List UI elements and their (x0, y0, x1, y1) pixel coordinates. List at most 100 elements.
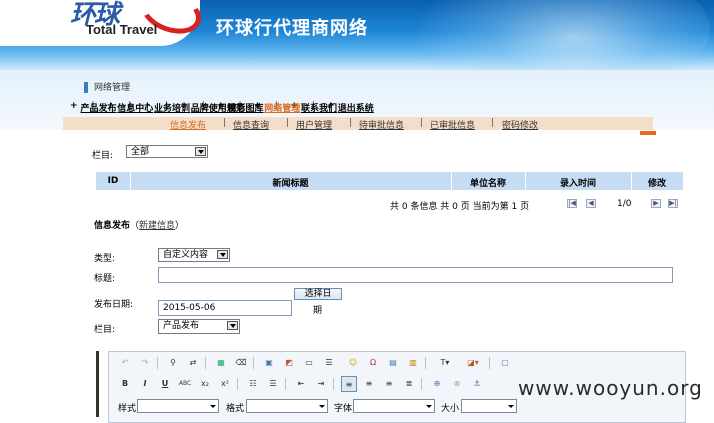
chevron-down-icon[interactable] (317, 401, 326, 411)
filter-label: 栏目: (92, 151, 114, 161)
font-select[interactable] (353, 399, 435, 413)
replace-icon[interactable]: ⇄ (185, 355, 201, 371)
strike-icon[interactable]: ABC (177, 376, 193, 392)
bg-color-icon[interactable]: ◪▾ (461, 355, 485, 371)
toolbar-separator (237, 378, 238, 390)
column-value: 产品发布 (163, 321, 200, 331)
col-header-id: ID (107, 176, 119, 186)
unordered-list-icon[interactable]: ☰ (265, 376, 281, 392)
column-select[interactable]: 产品发布 (158, 319, 240, 334)
column-filter-select[interactable]: 全部 (126, 145, 208, 158)
subnav-approved[interactable]: 已审批信息 (430, 118, 475, 131)
unlink-icon[interactable]: ⊗ (449, 376, 465, 392)
table-icon[interactable]: ▦ (213, 355, 229, 371)
plus-icon: + (70, 101, 78, 111)
date-label: 发布日期: (94, 300, 134, 310)
site-header: 环球 Total Travel 环球行代理商网络 (0, 0, 714, 70)
next-page-icon[interactable]: ▶ (651, 199, 661, 208)
logo-text: Total Travel (86, 22, 158, 37)
outdent-icon[interactable]: ⇤ (293, 376, 309, 392)
toolbar-separator (333, 378, 334, 390)
special-char-icon[interactable]: Ω (365, 355, 381, 371)
subnav-separator: | (223, 118, 227, 128)
indent-icon[interactable]: ⇥ (313, 376, 329, 392)
bold-icon[interactable]: B (117, 376, 133, 392)
subscript-icon[interactable]: x₂ (197, 376, 213, 392)
preview-icon[interactable]: ▢ (497, 355, 513, 371)
type-select[interactable]: 自定义内容 (158, 248, 230, 262)
redo-icon[interactable]: ↷ (137, 355, 153, 371)
hr-icon[interactable]: ☰ (321, 355, 337, 371)
toolbar-separator (421, 378, 422, 390)
superscript-icon[interactable]: x² (217, 376, 233, 392)
chevron-down-icon[interactable] (424, 401, 433, 411)
col-header-time: 录入时间 (559, 179, 596, 189)
sub-nav: 信息发布 | 信息查询 | 用户管理 | 待审批信息 | 已审批信息 | 密码修… (63, 117, 653, 131)
nav-item-products[interactable]: + 产品发布 (70, 101, 117, 114)
anchor-icon[interactable]: ⚓ (469, 376, 485, 392)
prev-page-icon[interactable]: ◀ (586, 199, 596, 208)
smiley-icon[interactable]: ☺ (345, 355, 361, 371)
chevron-down-icon[interactable] (506, 401, 515, 411)
gallery-icon[interactable]: ▤ (385, 355, 401, 371)
section-label: 网络管理 (94, 83, 131, 93)
date-input[interactable]: 2015-05-06 (158, 300, 292, 316)
chevron-down-icon[interactable] (208, 401, 217, 411)
template-icon[interactable]: ▥ (405, 355, 421, 371)
title-input[interactable] (158, 267, 673, 283)
pick-date-button[interactable]: 选择日 (294, 288, 342, 300)
link-icon[interactable]: ⊕ (429, 376, 445, 392)
column-label: 栏目: (94, 325, 116, 335)
news-table-header: ID 新闻标题 单位名称 录入时间 修改 (96, 172, 683, 190)
format-select[interactable] (246, 399, 328, 413)
frame-icon[interactable]: ▭ (301, 355, 317, 371)
chevron-down-icon[interactable] (217, 250, 228, 259)
align-left-icon[interactable]: ≡ (341, 376, 357, 392)
font-label: 字体 (334, 404, 353, 414)
editor-left-border (96, 351, 99, 417)
subnav-publish[interactable]: 信息发布 (170, 118, 206, 131)
subnav-separator: | (349, 118, 353, 128)
style-select[interactable] (137, 399, 219, 413)
watermark: www.wooyun.org (518, 376, 703, 400)
main-nav: + 产品发布 | + 信息中心 | + 业务培训 | + 品牌使用规范 | + 精彩图库 | + 网络… (70, 101, 374, 114)
title-label: 标题: (94, 274, 116, 284)
image-icon[interactable]: ▣ (261, 355, 277, 371)
toolbar-separator (489, 357, 490, 369)
underline-icon[interactable]: U (157, 376, 173, 392)
last-page-icon[interactable]: ▶| (668, 199, 678, 208)
col-header-edit: 修改 (647, 179, 666, 189)
flash-icon[interactable]: ◩ (281, 355, 297, 371)
subnav-pending[interactable]: 待审批信息 (359, 118, 404, 131)
toolbar-separator (253, 357, 254, 369)
align-right-icon[interactable]: ≡ (381, 376, 397, 392)
subnav-query[interactable]: 信息查询 (233, 118, 269, 131)
toolbar-separator (425, 357, 426, 369)
eraser-icon[interactable]: ⌫ (233, 355, 249, 371)
text-color-icon[interactable]: T▾ (433, 355, 457, 371)
subnav-separator: | (420, 118, 424, 128)
find-icon[interactable]: ⚲ (165, 355, 181, 371)
chevron-down-icon[interactable] (195, 147, 206, 156)
style-label: 样式 (118, 404, 137, 414)
toolbar-separator (205, 357, 206, 369)
size-select[interactable] (461, 399, 517, 413)
accent-marker (640, 131, 656, 135)
subnav-password[interactable]: 密码修改 (502, 118, 538, 131)
size-label: 大小 (441, 404, 460, 414)
format-label: 格式 (226, 404, 245, 414)
toolbar-separator (157, 357, 158, 369)
section-bar-icon (84, 82, 88, 93)
pick-date-button-wrap[interactable]: 期 (313, 303, 322, 316)
logo[interactable]: 环球 Total Travel (0, 0, 207, 46)
ordered-list-icon[interactable]: ☷ (245, 376, 261, 392)
align-center-icon[interactable]: ≡ (361, 376, 377, 392)
justify-icon[interactable]: ≣ (401, 376, 417, 392)
subnav-users[interactable]: 用户管理 (296, 118, 332, 131)
chevron-down-icon[interactable] (227, 321, 238, 330)
first-page-icon[interactable]: |◀ (567, 199, 577, 208)
new-info-link[interactable]: 新建信息 (139, 221, 175, 231)
italic-icon[interactable]: I (137, 376, 153, 392)
pager-summary: 共 0 条信息 共 0 页 当前为第 1 页 (390, 202, 530, 212)
undo-icon[interactable]: ↶ (117, 355, 133, 371)
